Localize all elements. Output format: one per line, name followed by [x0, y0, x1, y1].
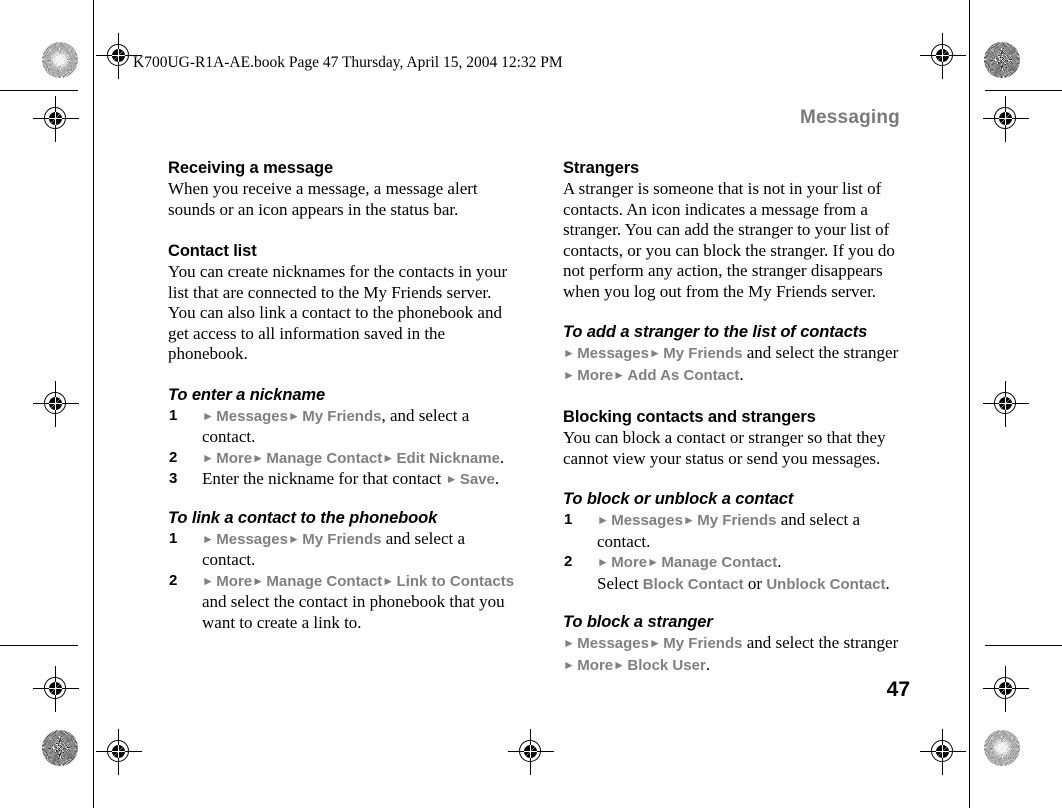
heading-to-block-a-stranger: To block a stranger	[563, 613, 713, 631]
menu-item-token[interactable]: Manage Contact	[266, 573, 382, 590]
file-stamp: K700UG-R1A-AE.book Page 47 Thursday, Apr…	[133, 54, 563, 71]
menu-item-token[interactable]: Manage Contact	[266, 450, 382, 467]
procedure-step: Enter the nickname for that contact ► Sa…	[168, 469, 516, 491]
menu-arrow-icon: ►	[613, 367, 628, 382]
menu-arrow-icon: ►	[563, 367, 578, 382]
menu-item-token[interactable]: Edit Nickname	[397, 450, 500, 467]
menu-item-token[interactable]: Messages	[577, 635, 649, 652]
procedure-line: ► More► Block User.	[563, 655, 911, 677]
heading-receiving-a-message: Receiving a message	[168, 159, 334, 177]
instruction-text: .	[494, 469, 500, 488]
menu-item-token[interactable]: My Friends	[663, 345, 742, 362]
body-strangers: A stranger is someone that is not in you…	[563, 179, 895, 301]
column-left: Receiving a message When you receive a m…	[168, 158, 516, 633]
menu-item-token[interactable]: My Friends	[663, 635, 742, 652]
heading-to-enter-a-nickname: To enter a nickname	[168, 385, 326, 404]
menu-arrow-icon: ►	[202, 573, 217, 588]
procedure-line: ► More► Add As Contact.	[563, 365, 911, 387]
menu-item-token[interactable]: Link to Contacts	[397, 573, 515, 590]
menu-arrow-icon: ►	[597, 555, 612, 569]
menu-item-token[interactable]: My Friends	[697, 512, 776, 529]
procedure-step: ► Messages► My Friends and select a cont…	[168, 529, 516, 571]
heading-blocking-contacts-and-strangers: Blocking contacts and strangers	[563, 408, 816, 426]
menu-item-token[interactable]: Unblock Contact	[766, 576, 885, 593]
menu-arrow-icon: ►	[382, 573, 397, 588]
menu-arrow-icon: ►	[597, 513, 612, 527]
instruction-text: or	[743, 573, 767, 593]
menu-item-token[interactable]: Messages	[611, 512, 683, 529]
body-receiving-a-message: When you receive a message, a message al…	[168, 179, 478, 219]
instruction-text: and select the contact in phonebook that…	[202, 592, 505, 632]
menu-item-token[interactable]: More	[611, 554, 647, 571]
instruction-text: and select the stranger	[742, 343, 899, 362]
menu-arrow-icon: ►	[288, 408, 303, 423]
column-right: Strangers A stranger is someone that is …	[563, 158, 911, 676]
menu-arrow-icon: ►	[252, 573, 267, 588]
instruction-text: .	[885, 573, 890, 593]
instruction-text: and select the stranger	[742, 633, 899, 652]
running-head-chapter: Messaging	[800, 107, 900, 128]
page-number: 47	[886, 678, 910, 701]
menu-item-token[interactable]: Save	[460, 471, 495, 488]
menu-item-token[interactable]: Block Contact	[643, 576, 744, 593]
menu-arrow-icon: ►	[649, 346, 664, 360]
lines-to-add-a-stranger: ► Messages► My Friends and select the st…	[563, 343, 911, 386]
menu-arrow-icon: ►	[288, 531, 303, 546]
menu-item-token[interactable]: Manage Contact	[661, 554, 777, 571]
heading-to-link-a-contact: To link a contact to the phonebook	[168, 508, 438, 527]
menu-arrow-icon: ►	[563, 657, 578, 672]
menu-item-token[interactable]: Block User	[627, 657, 705, 674]
heading-strangers: Strangers	[563, 159, 640, 177]
body-contact-list: You can create nicknames for the contact…	[168, 262, 508, 363]
menu-item-token[interactable]: Messages	[216, 408, 288, 425]
procedure-step: ► More► Manage Contact► Link to Contacts…	[168, 571, 516, 634]
heading-to-block-or-unblock-a-contact: To block or unblock a contact	[563, 490, 794, 508]
menu-arrow-icon: ►	[202, 531, 217, 546]
instruction-text: .	[499, 447, 505, 467]
menu-item-token[interactable]: More	[577, 657, 613, 674]
menu-item-token[interactable]: Add As Contact	[627, 367, 739, 384]
steps-to-link-a-contact: ► Messages► My Friends and select a cont…	[168, 529, 516, 634]
lines-to-block-a-stranger: ► Messages► My Friends and select the st…	[563, 633, 911, 676]
menu-item-token[interactable]: More	[216, 573, 252, 590]
menu-arrow-icon: ►	[202, 408, 217, 423]
procedure-step: ► Messages► My Friends and select a cont…	[563, 510, 911, 552]
heading-contact-list: Contact list	[168, 242, 257, 260]
procedure-step: ► Messages► My Friends, and select a con…	[168, 406, 516, 448]
menu-item-token[interactable]: More	[577, 367, 613, 384]
instruction-text: .	[777, 552, 782, 571]
menu-arrow-icon: ►	[683, 513, 698, 527]
menu-arrow-icon: ►	[613, 657, 628, 672]
body-blocking-contacts-and-strangers: You can block a contact or stranger so t…	[563, 428, 886, 468]
menu-arrow-icon: ►	[252, 450, 267, 465]
procedure-line: ► Messages► My Friends and select the st…	[563, 343, 911, 365]
menu-arrow-icon: ►	[445, 472, 460, 486]
menu-arrow-icon: ►	[563, 636, 578, 650]
menu-item-token[interactable]: More	[216, 450, 252, 467]
manual-page: K700UG-R1A-AE.book Page 47 Thursday, Apr…	[0, 0, 1062, 808]
menu-arrow-icon: ►	[647, 555, 662, 569]
steps-to-enter-a-nickname: ► Messages► My Friends, and select a con…	[168, 406, 516, 491]
instruction-text: Select	[597, 573, 643, 593]
procedure-line: ► Messages► My Friends and select the st…	[563, 633, 911, 655]
menu-item-token[interactable]: Messages	[577, 345, 649, 362]
menu-arrow-icon: ►	[649, 636, 664, 650]
menu-item-token[interactable]: Messages	[216, 531, 288, 548]
menu-arrow-icon: ►	[202, 450, 217, 465]
instruction-text: .	[739, 364, 744, 384]
menu-item-token[interactable]: My Friends	[302, 408, 381, 425]
menu-arrow-icon: ►	[563, 346, 578, 360]
menu-arrow-icon: ►	[382, 450, 397, 465]
procedure-step: ► More► Manage Contact. Select Block Cont…	[563, 552, 911, 595]
instruction-text: .	[705, 654, 711, 674]
steps-to-block-or-unblock-a-contact: ► Messages► My Friends and select a cont…	[563, 510, 911, 595]
instruction-text: Enter the nickname for that contact	[202, 469, 446, 488]
menu-item-token[interactable]: My Friends	[302, 531, 381, 548]
heading-to-add-a-stranger: To add a stranger to the list of contact…	[563, 323, 868, 341]
procedure-step: ► More► Manage Contact► Edit Nickname.	[168, 448, 516, 470]
